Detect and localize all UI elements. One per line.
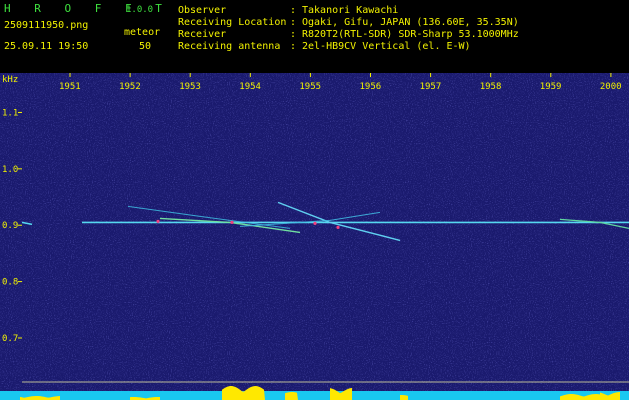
location-label: Receiving Location [178,17,287,28]
y-tick-label: 0.7 [2,334,18,344]
antenna-value: 2el-HB9CV Vertical (el. E-W) [302,41,471,52]
y-tick-label: 1.1 [2,108,18,118]
x-tick-label: 1952 [119,82,141,92]
y-tick-label: 1.0 [2,165,18,175]
observer-label: Observer [178,5,227,16]
spectrogram-panel: kHz1.11.00.90.80.70.61951195219531954195… [0,73,629,400]
observer-row: Observer: Takanori Kawachi [178,5,398,16]
echo-highlight [313,221,317,226]
x-tick-label: 1958 [480,82,502,92]
spectrum-noise [0,73,629,400]
y-tick-label: 0.8 [2,278,18,288]
detection-label: meteor [124,27,161,38]
x-tick-label: 1956 [360,82,382,92]
app-version: 1.0.0 [126,5,154,15]
amplitude-base [0,391,629,400]
header-panel: H R O F F T 1.0.0 2509111950.png meteor … [0,0,629,73]
x-tick-label: 1954 [239,82,261,92]
file-name: 2509111950.png [4,20,89,31]
file-timestamp: 25.09.11 19:50 [4,41,89,52]
echo-highlight [336,225,340,230]
x-tick-label: 1951 [59,82,81,92]
y-unit-label: kHz [2,75,18,85]
echo-highlight [230,220,234,225]
antenna-sep: : [290,41,297,52]
x-tick-label: 2000 [600,82,622,92]
antenna-row: Receiving antenna:2el-HB9CV Vertical (el… [178,41,471,52]
echo-highlight [156,219,160,224]
x-tick-label: 1955 [299,82,321,92]
observer-sep: : [290,5,297,16]
amplitude-burst [400,395,408,400]
receiver-value: R820T2(RTL-SDR) SDR-Sharp 53.1000MHz [302,29,519,40]
spectrogram-svg: kHz1.11.00.90.80.70.61951195219531954195… [0,73,629,400]
x-tick-label: 1957 [420,82,442,92]
x-tick-label: 1953 [179,82,201,92]
amplitude-burst [285,392,298,400]
receiver-label: Receiver [178,29,227,40]
antenna-label: Receiving antenna [178,41,281,52]
detection-count: 50 [139,41,152,52]
x-tick-label: 1959 [540,82,562,92]
receiver-sep: : [290,29,297,40]
observer-value: Takanori Kawachi [302,5,399,16]
location-row: Receiving Location: Ogaki, Gifu, JAPAN (1… [178,17,519,28]
location-sep: : [290,17,297,28]
receiver-row: Receiver: R820T2(RTL-SDR) SDR-Sharp 53.10… [178,29,519,40]
y-tick-label: 0.9 [2,221,18,231]
location-value: Ogaki, Gifu, JAPAN (136.60E, 35.35N) [302,17,519,28]
